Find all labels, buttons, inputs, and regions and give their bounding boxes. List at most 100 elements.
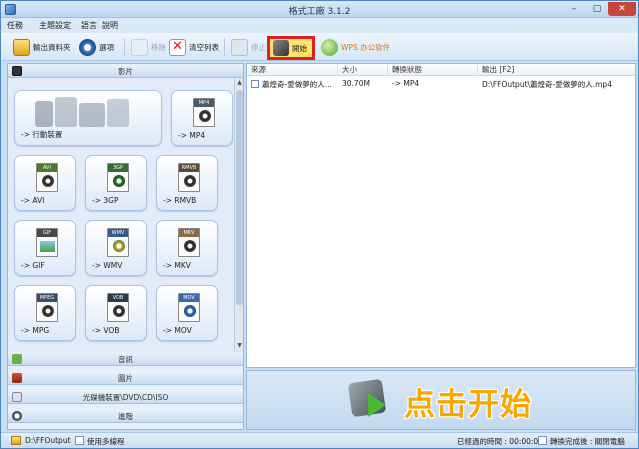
scroll-down-icon[interactable]: ▼ <box>236 342 243 350</box>
film-start-icon <box>273 40 289 56</box>
category-advanced-label: 進階 <box>118 412 133 421</box>
column-source[interactable]: 來源 <box>247 64 338 76</box>
row-source: 蕭煌奇-愛做夢的人... <box>262 80 332 89</box>
toolbar-separator <box>124 38 125 56</box>
format-mp4[interactable]: MP4 -> MP4 <box>171 90 233 146</box>
output-path[interactable]: D:\FFOutput <box>25 436 71 445</box>
format-wmv[interactable]: WMV -> WMV <box>85 220 147 276</box>
format-vob[interactable]: VOB -> VOB <box>85 285 147 341</box>
wps-label: WPS 办公软件 <box>341 42 391 52</box>
menu-language[interactable]: 語言 <box>81 20 97 31</box>
category-audio[interactable]: 音訊 <box>8 352 243 366</box>
category-picture-label: 圖片 <box>118 374 133 383</box>
film-play-icon <box>347 378 390 419</box>
mobile-devices-icon <box>35 97 135 129</box>
window-title: 格式工廠 3.1.2 <box>288 7 351 17</box>
vob-file-icon: VOB <box>107 293 129 322</box>
column-size[interactable]: 大小 <box>338 64 388 76</box>
category-picture[interactable]: 圖片 <box>8 371 243 385</box>
table-row[interactable]: 蕭煌奇-愛做夢的人... 30.70M -> MP4 D:\FFOutput\蕭… <box>247 78 635 90</box>
format-avi[interactable]: AVI -> AVI <box>14 155 76 211</box>
title-bar: 格式工廠 3.1.2 – ▢ ✕ <box>1 1 638 18</box>
format-label: -> MOV <box>163 326 192 335</box>
format-label: -> WMV <box>92 261 123 270</box>
stop-button[interactable]: 停止 <box>231 37 266 57</box>
category-video[interactable]: 影片 <box>8 64 243 78</box>
category-advanced[interactable]: 進階 <box>8 409 243 423</box>
options-button[interactable]: 選項 <box>79 37 114 57</box>
format-label: -> GIF <box>21 261 45 270</box>
start-button[interactable]: 開始 <box>267 36 315 60</box>
maximize-button[interactable]: ▢ <box>586 2 608 16</box>
remove-button[interactable]: 移除 <box>131 37 166 57</box>
menu-bar: 任務 主題設定 語言 說明 <box>1 18 638 33</box>
format-label: -> VOB <box>92 326 120 335</box>
scroll-up-icon[interactable]: ▲ <box>236 79 243 87</box>
task-list: 來源 大小 轉換狀態 輸出 [F2] 蕭煌奇-愛做夢的人... 30.70M -… <box>246 63 636 368</box>
multithread-label: 使用多線程 <box>87 437 125 446</box>
clear-list-button[interactable]: ✕ 清空列表 <box>169 37 219 57</box>
format-grid: -> 行動裝置 MP4 -> MP4 AVI -> AVI 3GP -> 3GP… <box>8 78 234 352</box>
format-mpg[interactable]: MPEG -> MPG <box>14 285 76 341</box>
remove-label: 移除 <box>151 42 166 52</box>
3gp-file-icon: 3GP <box>107 163 129 192</box>
format-scrollbar[interactable]: ▲ ▼ <box>234 78 243 352</box>
minimize-button[interactable]: – <box>563 2 585 16</box>
avi-file-icon: AVI <box>36 163 58 192</box>
format-label: -> 3GP <box>92 196 119 205</box>
format-label: -> AVI <box>21 196 45 205</box>
clear-list-label: 清空列表 <box>189 42 219 52</box>
status-bar: D:\FFOutput 使用多線程 已經過的時間 : 00:00:00 轉換完成… <box>1 432 638 448</box>
scroll-thumb[interactable] <box>236 90 243 305</box>
row-status: -> MP4 <box>392 79 420 88</box>
app-window: 格式工廠 3.1.2 – ▢ ✕ 任務 主題設定 語言 說明 輸出資料夾 選項 … <box>0 0 639 449</box>
stop-icon <box>231 38 248 56</box>
format-rmvb[interactable]: RMVB -> RMVB <box>156 155 218 211</box>
format-label: -> 行動裝置 <box>21 130 63 139</box>
output-folder-label: 輸出資料夾 <box>33 42 71 52</box>
document-remove-icon <box>131 38 148 56</box>
row-output: D:\FFOutput\蕭煌奇-愛做夢的人.mp4 <box>482 80 612 89</box>
elapsed-time: 已經過的時間 : 00:00:00 <box>457 437 543 446</box>
category-video-label: 影片 <box>118 67 133 76</box>
click-start-text: 点击开始 <box>404 387 532 423</box>
output-folder-button[interactable]: 輸出資料夾 <box>13 37 71 57</box>
mkv-file-icon: MKV <box>178 228 200 257</box>
folder-icon <box>11 436 21 445</box>
category-audio-label: 音訊 <box>118 355 133 364</box>
format-gif[interactable]: GIF -> GIF <box>14 220 76 276</box>
after-converting-checkbox[interactable] <box>538 436 547 445</box>
rmvb-file-icon: RMVB <box>178 163 200 192</box>
clear-list-icon: ✕ <box>169 38 186 56</box>
format-label: -> MKV <box>163 261 191 270</box>
column-output[interactable]: 輸出 [F2] <box>478 64 635 76</box>
category-rom-label: 光碟機裝置\DVD\CD\ISO <box>82 393 169 402</box>
start-label: 開始 <box>292 44 307 53</box>
format-mkv[interactable]: MKV -> MKV <box>156 220 218 276</box>
gif-file-icon: GIF <box>36 228 58 257</box>
wps-office-button[interactable]: WPS 办公软件 <box>321 37 390 57</box>
multithread-checkbox[interactable] <box>75 436 84 445</box>
category-rom-device[interactable]: 光碟機裝置\DVD\CD\ISO <box>8 390 243 404</box>
mpeg-file-icon: MPEG <box>36 293 58 322</box>
after-converting-label: 轉換完成後 : 關閉電腦 <box>550 437 625 446</box>
row-size: 30.70M <box>342 79 370 88</box>
column-status[interactable]: 轉換狀態 <box>388 64 478 76</box>
mp4-file-icon: MP4 <box>193 98 215 127</box>
stop-label: 停止 <box>251 42 266 52</box>
menu-theme[interactable]: 主題設定 <box>39 20 71 31</box>
menu-task[interactable]: 任務 <box>7 20 23 31</box>
format-panel: 影片 -> 行動裝置 MP4 -> MP4 AVI -> AVI 3GP -> … <box>7 63 244 430</box>
toolbar-separator <box>224 38 225 56</box>
close-button[interactable]: ✕ <box>608 2 636 16</box>
format-mov[interactable]: MOV -> MOV <box>156 285 218 341</box>
format-mobile-device[interactable]: -> 行動裝置 <box>14 90 162 146</box>
wps-logo-icon <box>321 38 338 56</box>
format-label: -> MPG <box>21 326 50 335</box>
row-file-icon <box>251 80 259 88</box>
format-label: -> RMVB <box>163 196 197 205</box>
format-3gp[interactable]: 3GP -> 3GP <box>85 155 147 211</box>
wmv-file-icon: WMV <box>107 228 129 257</box>
click-start-banner[interactable]: 点击开始 <box>246 370 636 430</box>
menu-help[interactable]: 說明 <box>102 20 118 31</box>
